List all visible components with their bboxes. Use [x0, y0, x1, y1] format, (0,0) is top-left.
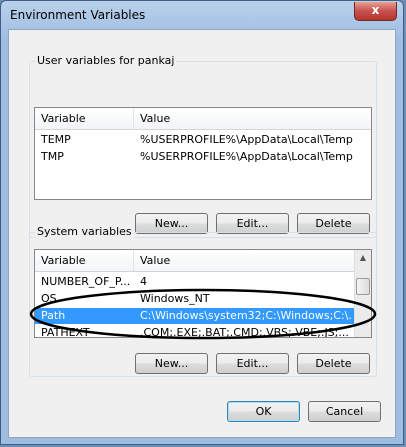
system-edit-button[interactable]: Edit...	[216, 353, 289, 374]
system-variables-list[interactable]: Variable Value NUMBER_OF_P... 4 OS Windo…	[34, 249, 372, 338]
variable-value: %USERPROFILE%\AppData\Local\Temp	[140, 133, 353, 146]
environment-variables-window: Environment Variables x User variables f…	[0, 0, 404, 445]
variable-value: 4	[140, 275, 147, 288]
list-item[interactable]: NUMBER_OF_P... 4	[35, 274, 371, 290]
cancel-button[interactable]: Cancel	[308, 401, 381, 422]
variable-name: TMP	[41, 150, 64, 163]
title-bar[interactable]: Environment Variables x	[1, 1, 403, 29]
user-edit-button[interactable]: Edit...	[216, 213, 289, 234]
variable-value: .COM;.EXE;.BAT;.CMD;.VBS;.VBE;.JS;...	[140, 326, 349, 338]
list-item[interactable]: OS Windows_NT	[35, 291, 371, 307]
user-new-button[interactable]: New...	[135, 213, 208, 234]
close-button[interactable]: x	[354, 2, 397, 21]
scroll-up-icon[interactable]: ▲	[356, 250, 370, 266]
variable-name: Path	[41, 309, 66, 322]
column-variable[interactable]: Variable	[41, 254, 86, 267]
system-variables-label: System variables	[35, 225, 134, 238]
system-list-header: Variable Value	[35, 250, 371, 272]
variable-value: %USERPROFILE%\AppData\Local\Temp	[140, 150, 353, 163]
list-item-selected[interactable]: Path C:\Windows\system32;C:\Windows;C:\.…	[35, 308, 371, 324]
system-list-scrollbar[interactable]: ▲	[354, 250, 371, 337]
close-icon: x	[371, 3, 380, 17]
system-variables-group: System variables Variable Value NUMBER_O…	[29, 225, 377, 377]
system-delete-button[interactable]: Delete	[297, 353, 370, 374]
window-title: Environment Variables	[10, 8, 146, 22]
user-list-header: Variable Value	[35, 108, 371, 130]
variable-name: NUMBER_OF_P...	[41, 275, 131, 288]
user-delete-button[interactable]: Delete	[297, 213, 370, 234]
variable-name: PATHEXT	[41, 326, 90, 338]
user-variables-label: User variables for pankaj	[35, 54, 177, 67]
variable-value: C:\Windows\system32;C:\Windows;C:\...	[140, 309, 352, 322]
scroll-thumb[interactable]	[356, 278, 370, 295]
list-item[interactable]: TEMP %USERPROFILE%\AppData\Local\Temp	[35, 132, 371, 148]
variable-name: TEMP	[41, 133, 71, 146]
column-value[interactable]: Value	[140, 112, 170, 125]
dialog-body: User variables for pankaj Variable Value…	[8, 29, 396, 438]
variable-name: OS	[41, 292, 57, 305]
list-item[interactable]: PATHEXT .COM;.EXE;.BAT;.CMD;.VBS;.VBE;.J…	[35, 325, 371, 338]
user-variables-list[interactable]: Variable Value TEMP %USERPROFILE%\AppDat…	[34, 107, 372, 200]
user-variables-group: User variables for pankaj Variable Value…	[29, 54, 377, 238]
system-new-button[interactable]: New...	[135, 353, 208, 374]
variable-value: Windows_NT	[140, 292, 210, 305]
list-item[interactable]: TMP %USERPROFILE%\AppData\Local\Temp	[35, 149, 371, 165]
ok-button[interactable]: OK	[227, 401, 300, 422]
column-value[interactable]: Value	[140, 254, 170, 267]
column-variable[interactable]: Variable	[41, 112, 86, 125]
